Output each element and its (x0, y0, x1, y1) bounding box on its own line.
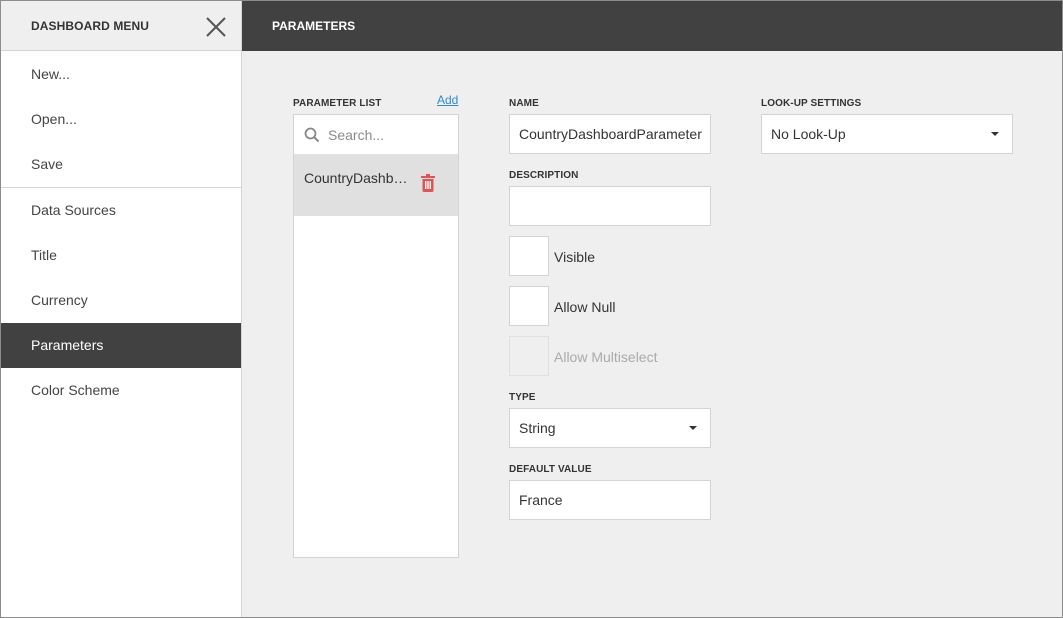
menu-item-color-scheme[interactable]: Color Scheme (1, 368, 241, 413)
sidebar-header: DASHBOARD MENU (1, 1, 241, 51)
close-button[interactable] (204, 15, 228, 39)
type-select-value: String (519, 420, 556, 436)
menu-item-new[interactable]: New... (1, 52, 241, 97)
menu-item-title[interactable]: Title (1, 233, 241, 278)
menu-item-data-sources[interactable]: Data Sources (1, 188, 241, 233)
parameter-list-label: PARAMETER LIST (293, 98, 382, 109)
window: DASHBOARD MENU New... Open... Save Data … (0, 0, 1063, 618)
menu-item-currency[interactable]: Currency (1, 278, 241, 323)
name-field[interactable] (510, 115, 710, 153)
lookup-select-value: No Look-Up (771, 126, 846, 142)
default-value-field-box (509, 480, 711, 520)
dashboard-menu-sidebar: DASHBOARD MENU New... Open... Save Data … (1, 1, 242, 617)
close-icon (206, 17, 226, 37)
type-select[interactable]: String (509, 408, 711, 448)
default-value-field[interactable] (510, 481, 710, 519)
description-label: DESCRIPTION (509, 170, 579, 181)
chevron-down-icon (689, 426, 697, 430)
lookup-settings-select[interactable]: No Look-Up (761, 114, 1013, 154)
lookup-settings-label: LOOK-UP SETTINGS (761, 98, 862, 109)
parameter-list: CountryDashboardParameter (293, 114, 459, 558)
allow-null-checkbox[interactable] (509, 286, 549, 326)
search-input[interactable] (328, 123, 448, 147)
visible-label: Visible (554, 249, 595, 265)
main-header: PARAMETERS (242, 1, 1062, 51)
search-box (294, 115, 458, 155)
menu-group-file: New... Open... Save (1, 51, 241, 188)
description-field-box (509, 186, 711, 226)
menu-item-save[interactable]: Save (1, 142, 241, 187)
trash-icon[interactable] (420, 174, 436, 192)
sidebar-title: DASHBOARD MENU (31, 19, 150, 33)
parameter-list-item[interactable]: CountryDashboardParameter (294, 155, 458, 216)
search-icon (304, 127, 320, 143)
type-label: TYPE (509, 392, 536, 403)
name-label: NAME (509, 98, 539, 109)
visible-checkbox[interactable] (509, 236, 549, 276)
name-field-box (509, 114, 711, 154)
menu-item-parameters[interactable]: Parameters (1, 323, 241, 368)
allow-multiselect-label: Allow Multiselect (554, 349, 658, 365)
page-title: PARAMETERS (272, 19, 356, 33)
allow-multiselect-checkbox (509, 336, 549, 376)
allow-null-label: Allow Null (554, 299, 616, 315)
default-value-label: DEFAULT VALUE (509, 464, 592, 475)
menu-group-settings: Data Sources Title Currency Parameters C… (1, 188, 241, 413)
add-parameter-link[interactable]: Add (437, 93, 458, 107)
parameters-panel: PARAMETERS PARAMETER LIST Add CountryDas… (242, 1, 1062, 617)
chevron-down-icon (991, 132, 999, 136)
parameter-item-label: CountryDashboardParameter (304, 170, 408, 186)
description-field[interactable] (510, 187, 710, 225)
menu-item-open[interactable]: Open... (1, 97, 241, 142)
